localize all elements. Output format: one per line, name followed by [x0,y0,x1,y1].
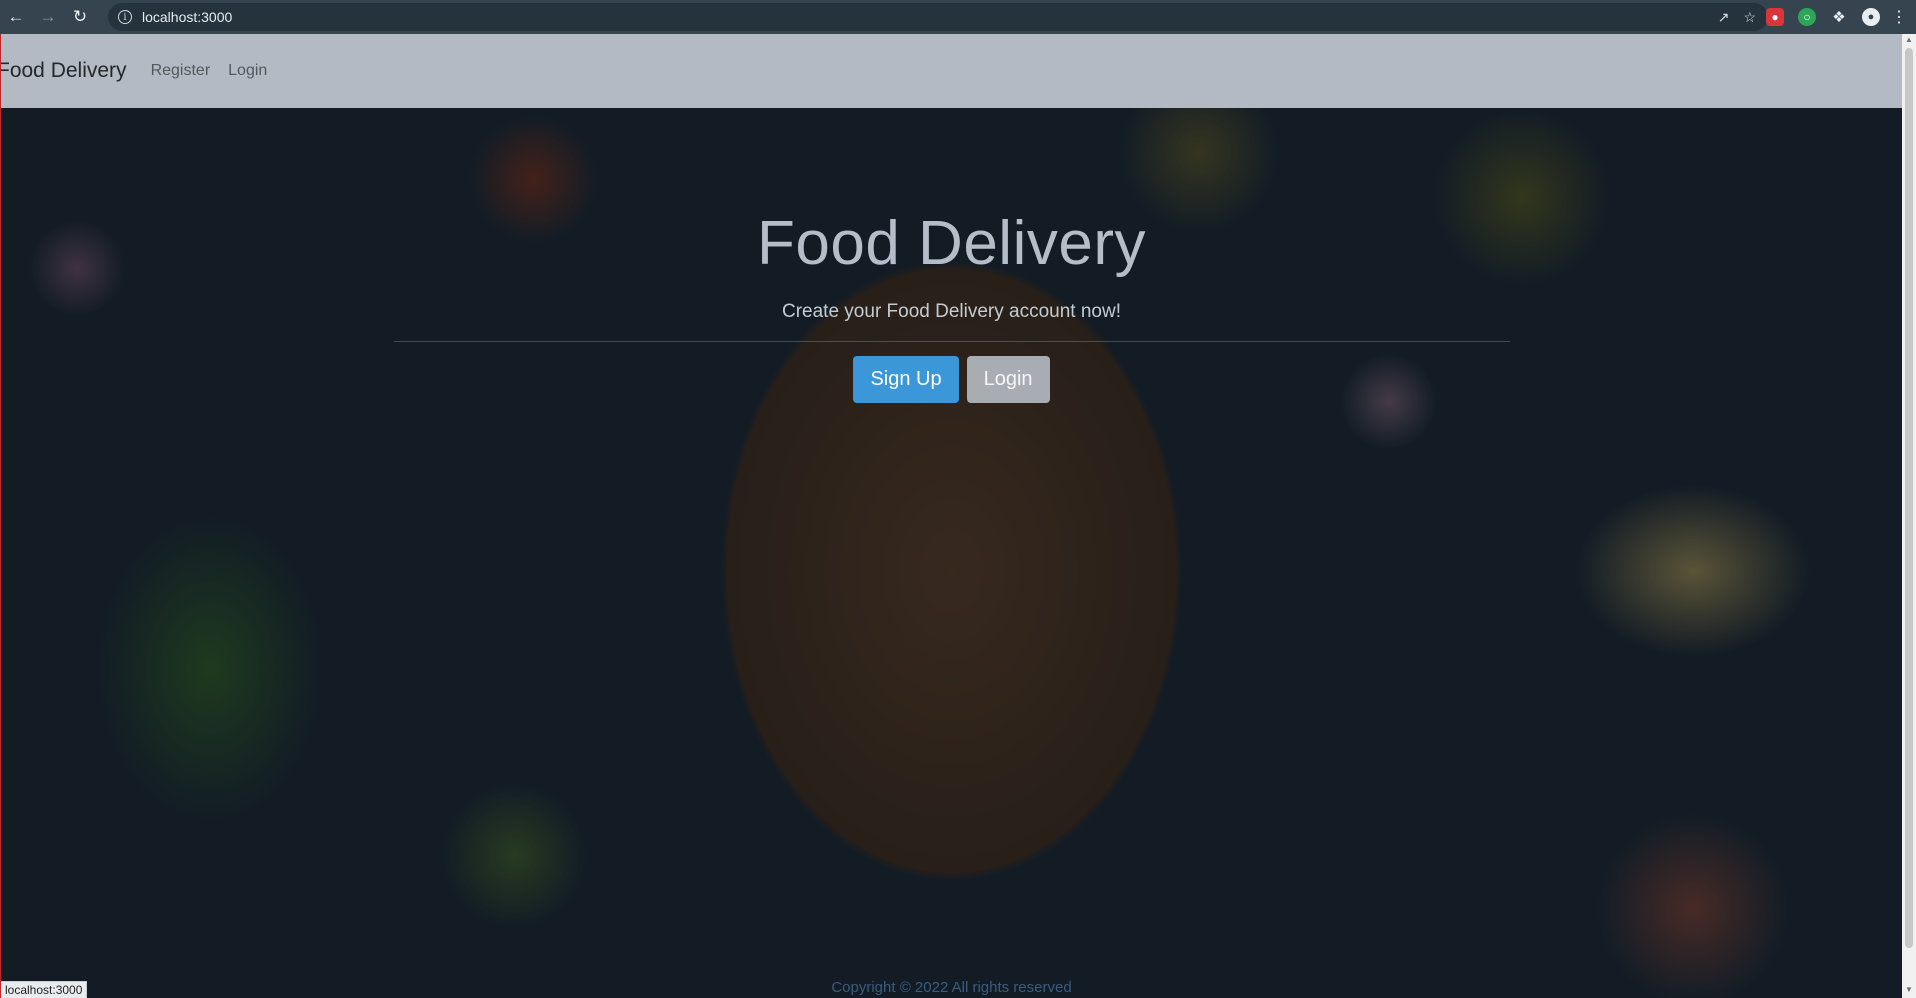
page-viewport: Food Delivery Register Login Food Delive… [0,34,1902,998]
profile-avatar-icon[interactable]: ● [1862,8,1880,26]
forward-icon[interactable]: → [32,0,64,34]
bookmark-star-icon[interactable]: ☆ [1743,9,1756,26]
hero-section: Food Delivery Create your Food Delivery … [1,108,1902,998]
nav-link-login[interactable]: Login [228,62,267,80]
extension-green-icon[interactable]: ○ [1798,8,1816,26]
hero-title: Food Delivery [757,209,1146,278]
info-icon[interactable]: i [118,10,132,24]
extensions-puzzle-icon[interactable]: ❖ [1830,8,1848,26]
signup-button[interactable]: Sign Up [853,356,959,403]
hero-subtitle: Create your Food Delivery account now! [782,301,1121,322]
back-icon[interactable]: ← [0,0,32,34]
scrollbar-thumb[interactable] [1905,48,1913,948]
scroll-up-icon[interactable]: ▲ [1902,35,1916,47]
address-url: localhost:3000 [142,9,233,25]
browser-toolbar: ← → ↻ i localhost:3000 ↗ ☆ ● ○ ❖ ● ⋮ [0,0,1916,34]
navbar: Food Delivery Register Login [1,34,1902,108]
nav-link-register[interactable]: Register [151,62,211,80]
vertical-scrollbar[interactable]: ▲ ▼ [1902,34,1916,998]
status-bar-url: localhost:3000 [1,981,88,998]
address-bar[interactable]: i localhost:3000 ↗ ☆ [108,3,1768,31]
extension-red-icon[interactable]: ● [1766,8,1784,26]
scroll-down-icon[interactable]: ▼ [1902,985,1916,997]
browser-menu-icon[interactable]: ⋮ [1891,8,1907,26]
share-icon[interactable]: ↗ [1718,9,1730,26]
footer-copyright: Copyright © 2022 All rights reserved [831,979,1072,996]
hero-divider [393,341,1510,342]
navbar-brand[interactable]: Food Delivery [1,59,127,83]
reload-icon[interactable]: ↻ [64,0,96,34]
login-button[interactable]: Login [966,356,1050,403]
